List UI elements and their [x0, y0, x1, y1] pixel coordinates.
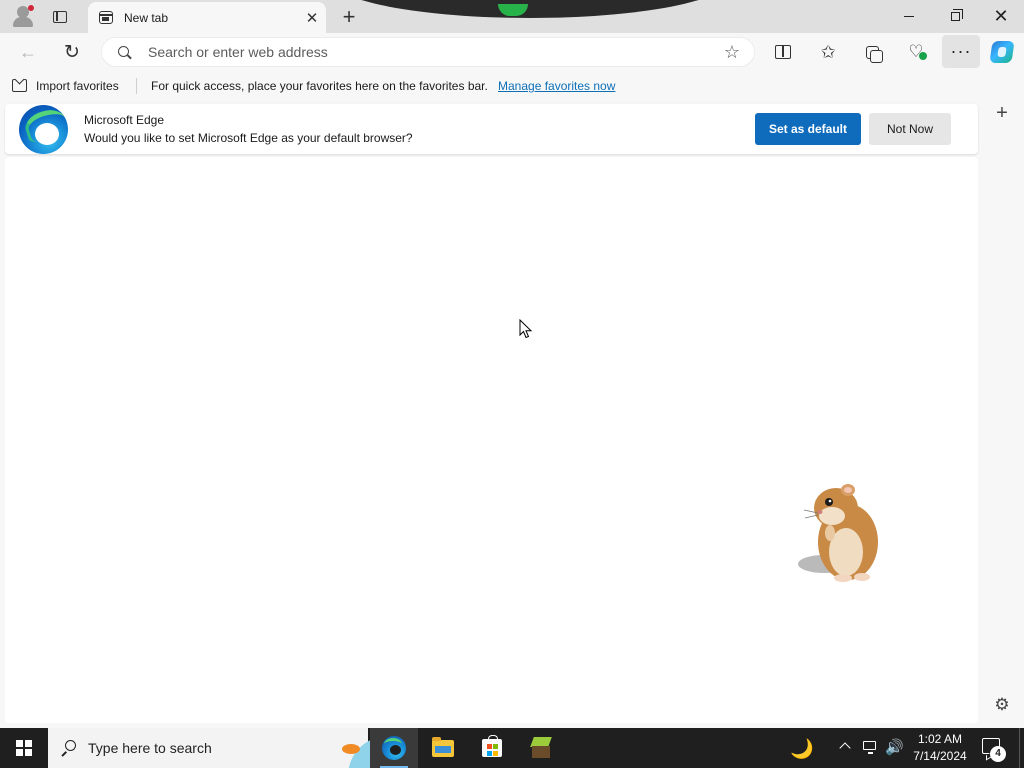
- split-screen-icon: [775, 45, 791, 59]
- back-button[interactable]: ←: [12, 36, 44, 68]
- back-arrow-icon: ←: [19, 41, 37, 62]
- close-window-button[interactable]: ✕: [978, 0, 1024, 33]
- performance-button[interactable]: ♡: [900, 36, 932, 68]
- clock[interactable]: 1:02 AM 7/14/2024: [908, 731, 972, 765]
- manage-favorites-link[interactable]: Manage favorites now: [498, 79, 615, 93]
- minimize-icon: [904, 16, 914, 17]
- not-now-button[interactable]: Not Now: [869, 113, 951, 145]
- browser-toolbar: ← ↻ ☆ ✩ ♡ ···: [0, 33, 1024, 70]
- import-favorites-button[interactable]: Import favorites: [36, 79, 119, 93]
- tab-close-icon[interactable]: ✕: [298, 9, 326, 27]
- restore-button[interactable]: [932, 0, 978, 33]
- more-icon: ···: [950, 41, 972, 61]
- favorites-button[interactable]: ✩: [812, 36, 844, 68]
- star-icon[interactable]: ☆: [724, 42, 740, 63]
- folder-icon: [432, 736, 454, 757]
- profile-notification-dot: [28, 5, 34, 11]
- sidebar-settings-button[interactable]: ⚙: [992, 695, 1012, 715]
- page-area: Microsoft Edge Would you like to set Mic…: [0, 101, 980, 728]
- edge-logo-icon: [19, 105, 68, 154]
- restore-icon: [950, 9, 963, 21]
- taskbar-search-box[interactable]: Type here to search ✱: [48, 728, 414, 768]
- collections-button[interactable]: [856, 36, 888, 68]
- status-badge: [919, 52, 927, 60]
- edge-icon: [382, 736, 406, 760]
- network-icon[interactable]: [862, 740, 880, 754]
- default-browser-infobar: Microsoft Edge Would you like to set Mic…: [5, 104, 978, 154]
- moon-icon[interactable]: 🌙: [790, 737, 814, 761]
- tab-new-tab[interactable]: New tab ✕: [88, 2, 326, 33]
- store-icon: [482, 735, 502, 757]
- settings-and-more-button[interactable]: ···: [942, 35, 980, 68]
- theme-decoration: [340, 0, 720, 33]
- copilot-button[interactable]: [986, 36, 1018, 68]
- taskbar-file-explorer[interactable]: [419, 728, 467, 768]
- minimize-button[interactable]: [886, 0, 932, 33]
- new-tab-button[interactable]: +: [335, 0, 363, 33]
- favorites-bar: Import favorites For quick access, place…: [0, 70, 1024, 101]
- import-icon[interactable]: [12, 79, 27, 92]
- windows-logo-icon: [16, 740, 32, 756]
- show-desktop-button[interactable]: [1019, 728, 1020, 768]
- tab-actions-icon: [53, 10, 67, 23]
- search-icon: [118, 45, 131, 59]
- address-input[interactable]: [148, 44, 708, 60]
- chevron-up-icon[interactable]: [839, 740, 851, 752]
- tab-title: New tab: [124, 10, 169, 25]
- taskbar-game-app[interactable]: [517, 728, 565, 768]
- close-icon: ✕: [993, 6, 1009, 26]
- clock-time: 1:02 AM: [917, 732, 963, 746]
- plus-icon: +: [996, 102, 1008, 124]
- address-bar[interactable]: ☆: [101, 37, 755, 67]
- copilot-icon: [989, 41, 1015, 63]
- tab-actions-button[interactable]: [44, 0, 76, 33]
- new-tab-page-icon: [99, 11, 113, 24]
- start-button[interactable]: [0, 728, 48, 768]
- collections-icon: [865, 45, 883, 63]
- divider: [136, 78, 137, 94]
- sidebar-add-button[interactable]: +: [992, 103, 1012, 123]
- plus-icon: +: [342, 3, 356, 29]
- gear-icon: ⚙: [994, 695, 1010, 714]
- infobar-title: Microsoft Edge: [84, 113, 165, 127]
- taskbar-search-placeholder: Type here to search: [88, 740, 212, 756]
- title-bar: New tab ✕ + ✕: [0, 0, 1024, 33]
- refresh-button[interactable]: ↻: [56, 36, 88, 68]
- infobar-message: Would you like to set Microsoft Edge as …: [84, 131, 413, 145]
- new-tab-content[interactable]: [5, 157, 978, 723]
- edge-sidebar: + ⚙: [980, 101, 1024, 728]
- search-icon: [61, 740, 76, 754]
- taskbar-edge[interactable]: [370, 728, 418, 768]
- taskbar: Type here to search ✱ 🌙 🔊 1:02 AM 7/14/2…: [0, 728, 1024, 768]
- favorites-icon: ✩: [820, 41, 836, 62]
- taskbar-microsoft-store[interactable]: [468, 728, 516, 768]
- volume-icon[interactable]: 🔊: [885, 738, 904, 756]
- favorites-bar-hint: For quick access, place your favorites h…: [151, 79, 488, 93]
- grass-block-icon: [530, 737, 552, 759]
- set-as-default-button[interactable]: Set as default: [755, 113, 861, 145]
- clock-date: 7/14/2024: [913, 749, 967, 763]
- refresh-icon: ↻: [64, 41, 80, 63]
- split-screen-button[interactable]: [767, 36, 799, 68]
- profile-button[interactable]: [8, 0, 38, 33]
- notification-count-badge: 4: [990, 746, 1006, 762]
- hamster-desktop-pet[interactable]: [796, 478, 886, 584]
